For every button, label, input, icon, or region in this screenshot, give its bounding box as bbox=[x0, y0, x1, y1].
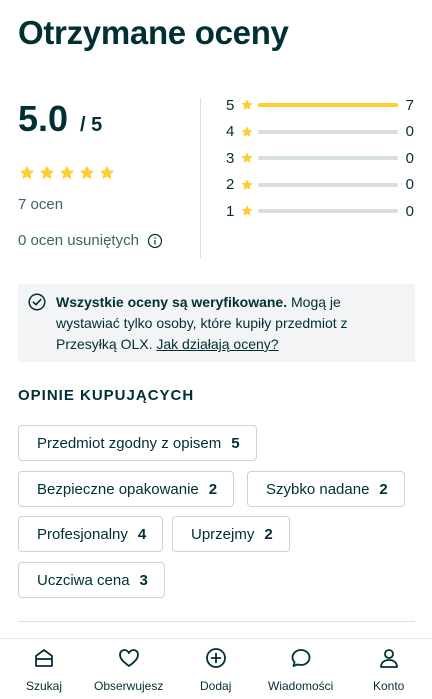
rating-summary: 5.0 / 5 7 ocen 0 ocen usuniętych bbox=[18, 98, 203, 249]
summary-divider bbox=[200, 98, 201, 258]
opinion-chip-count: 2 bbox=[208, 480, 218, 498]
distribution-row: 20 bbox=[226, 176, 418, 194]
nav-label: Obserwujesz bbox=[94, 679, 164, 693]
removed-ratings: 0 ocen usuniętych bbox=[18, 232, 163, 249]
user-icon bbox=[378, 647, 400, 674]
add-circle-icon bbox=[205, 647, 227, 674]
distribution-row: 57 bbox=[226, 96, 418, 114]
distribution-star-number: 2 bbox=[226, 176, 235, 193]
distribution-bar bbox=[258, 182, 398, 187]
distribution-count: 0 bbox=[405, 202, 414, 220]
opinion-chip-count: 3 bbox=[139, 571, 148, 589]
how-ratings-work-link[interactable]: Jak działają oceny? bbox=[156, 336, 278, 352]
opinion-chip: Szybko nadane 2 bbox=[247, 471, 405, 507]
star-icon bbox=[240, 98, 254, 112]
heart-icon bbox=[118, 647, 140, 674]
nav-item-konto[interactable]: Konto bbox=[373, 647, 404, 693]
distribution-row: 30 bbox=[226, 149, 418, 167]
distribution-bar bbox=[258, 156, 398, 160]
score-row: 5.0 / 5 bbox=[18, 98, 203, 140]
distribution-star-number: 4 bbox=[226, 123, 235, 140]
distribution-count: 7 bbox=[405, 96, 414, 114]
nav-item-szukaj[interactable]: Szukaj bbox=[26, 647, 62, 693]
ratings-count: 7 ocen bbox=[18, 196, 64, 213]
opinion-chip-label: Przedmiot zgodny z opisem bbox=[37, 434, 222, 452]
distribution-count: 0 bbox=[405, 176, 414, 193]
notice-bold: Wszystkie oceny są weryfikowane. bbox=[56, 294, 288, 310]
opinion-chip-label: Profesjonalny bbox=[37, 525, 128, 543]
opinion-chip: Przedmiot zgodny z opisem 5 bbox=[18, 425, 257, 461]
opinion-chip-label: Uczciwa cena bbox=[37, 571, 130, 589]
opinion-chip: Profesjonalny 4 bbox=[18, 516, 164, 552]
nav-label: Wiadomości bbox=[268, 679, 334, 693]
nav-label: Dodaj bbox=[200, 679, 232, 693]
summary-stars bbox=[18, 164, 116, 187]
page-title: Otrzymane oceny bbox=[18, 14, 289, 51]
nav-item-dodaj[interactable]: Dodaj bbox=[200, 647, 231, 693]
star-icon bbox=[240, 151, 254, 165]
opinion-chip-count: 4 bbox=[137, 525, 147, 543]
opinion-chip: Uprzejmy 2 bbox=[172, 516, 290, 552]
verification-notice: Wszystkie oceny są weryfikowane. Mogą je… bbox=[18, 284, 415, 362]
info-icon[interactable] bbox=[147, 233, 163, 249]
distribution-row: 40 bbox=[226, 123, 418, 141]
star-icon bbox=[58, 164, 76, 187]
opinion-chip-count: 2 bbox=[264, 525, 273, 543]
star-icon bbox=[240, 178, 254, 192]
content-divider bbox=[18, 621, 415, 622]
distribution-bar bbox=[258, 129, 398, 134]
home-icon bbox=[33, 647, 55, 674]
distribution-bar-fill bbox=[258, 103, 398, 107]
bottom-nav: Szukaj Obserwujesz Dodaj Wiadomości Kont… bbox=[0, 638, 432, 699]
nav-label: Konto bbox=[373, 679, 405, 693]
distribution-bar bbox=[258, 103, 398, 107]
score-max: / 5 bbox=[80, 114, 103, 136]
distribution-count: 0 bbox=[405, 149, 414, 167]
star-icon bbox=[98, 164, 116, 187]
distribution-row: 10 bbox=[226, 202, 418, 220]
chat-icon bbox=[290, 647, 312, 674]
opinion-chip-label: Bezpieczne opakowanie bbox=[37, 480, 199, 498]
opinion-chip: Bezpieczne opakowanie 2 bbox=[18, 471, 235, 507]
star-icon bbox=[240, 125, 254, 139]
average-score: 5.0 bbox=[18, 98, 69, 139]
star-icon bbox=[38, 164, 56, 187]
distribution-star-number: 5 bbox=[226, 96, 235, 114]
distribution-count: 0 bbox=[405, 123, 414, 140]
star-icon bbox=[18, 164, 36, 187]
distribution-bar bbox=[258, 209, 398, 213]
opinion-chip: Uczciwa cena 3 bbox=[18, 562, 165, 598]
star-icon bbox=[240, 204, 254, 218]
check-circle-icon bbox=[28, 293, 46, 311]
star-icon bbox=[78, 164, 96, 187]
opinion-chip-label: Uprzejmy bbox=[191, 525, 255, 543]
nav-label: Szukaj bbox=[26, 679, 63, 693]
opinion-chip-count: 5 bbox=[231, 434, 240, 452]
distribution-star-number: 1 bbox=[226, 202, 235, 220]
nav-item-wiadomosci[interactable]: Wiadomości bbox=[268, 647, 333, 693]
opinion-chip-label: Szybko nadane bbox=[266, 480, 370, 498]
buyer-opinions-title: OPINIE KUPUJĄCYCH bbox=[18, 387, 195, 404]
removed-ratings-label: 0 ocen usuniętych bbox=[18, 232, 139, 249]
nav-item-obserwujesz[interactable]: Obserwujesz bbox=[94, 647, 163, 693]
opinion-chip-count: 2 bbox=[379, 480, 388, 498]
distribution-star-number: 3 bbox=[226, 149, 235, 167]
